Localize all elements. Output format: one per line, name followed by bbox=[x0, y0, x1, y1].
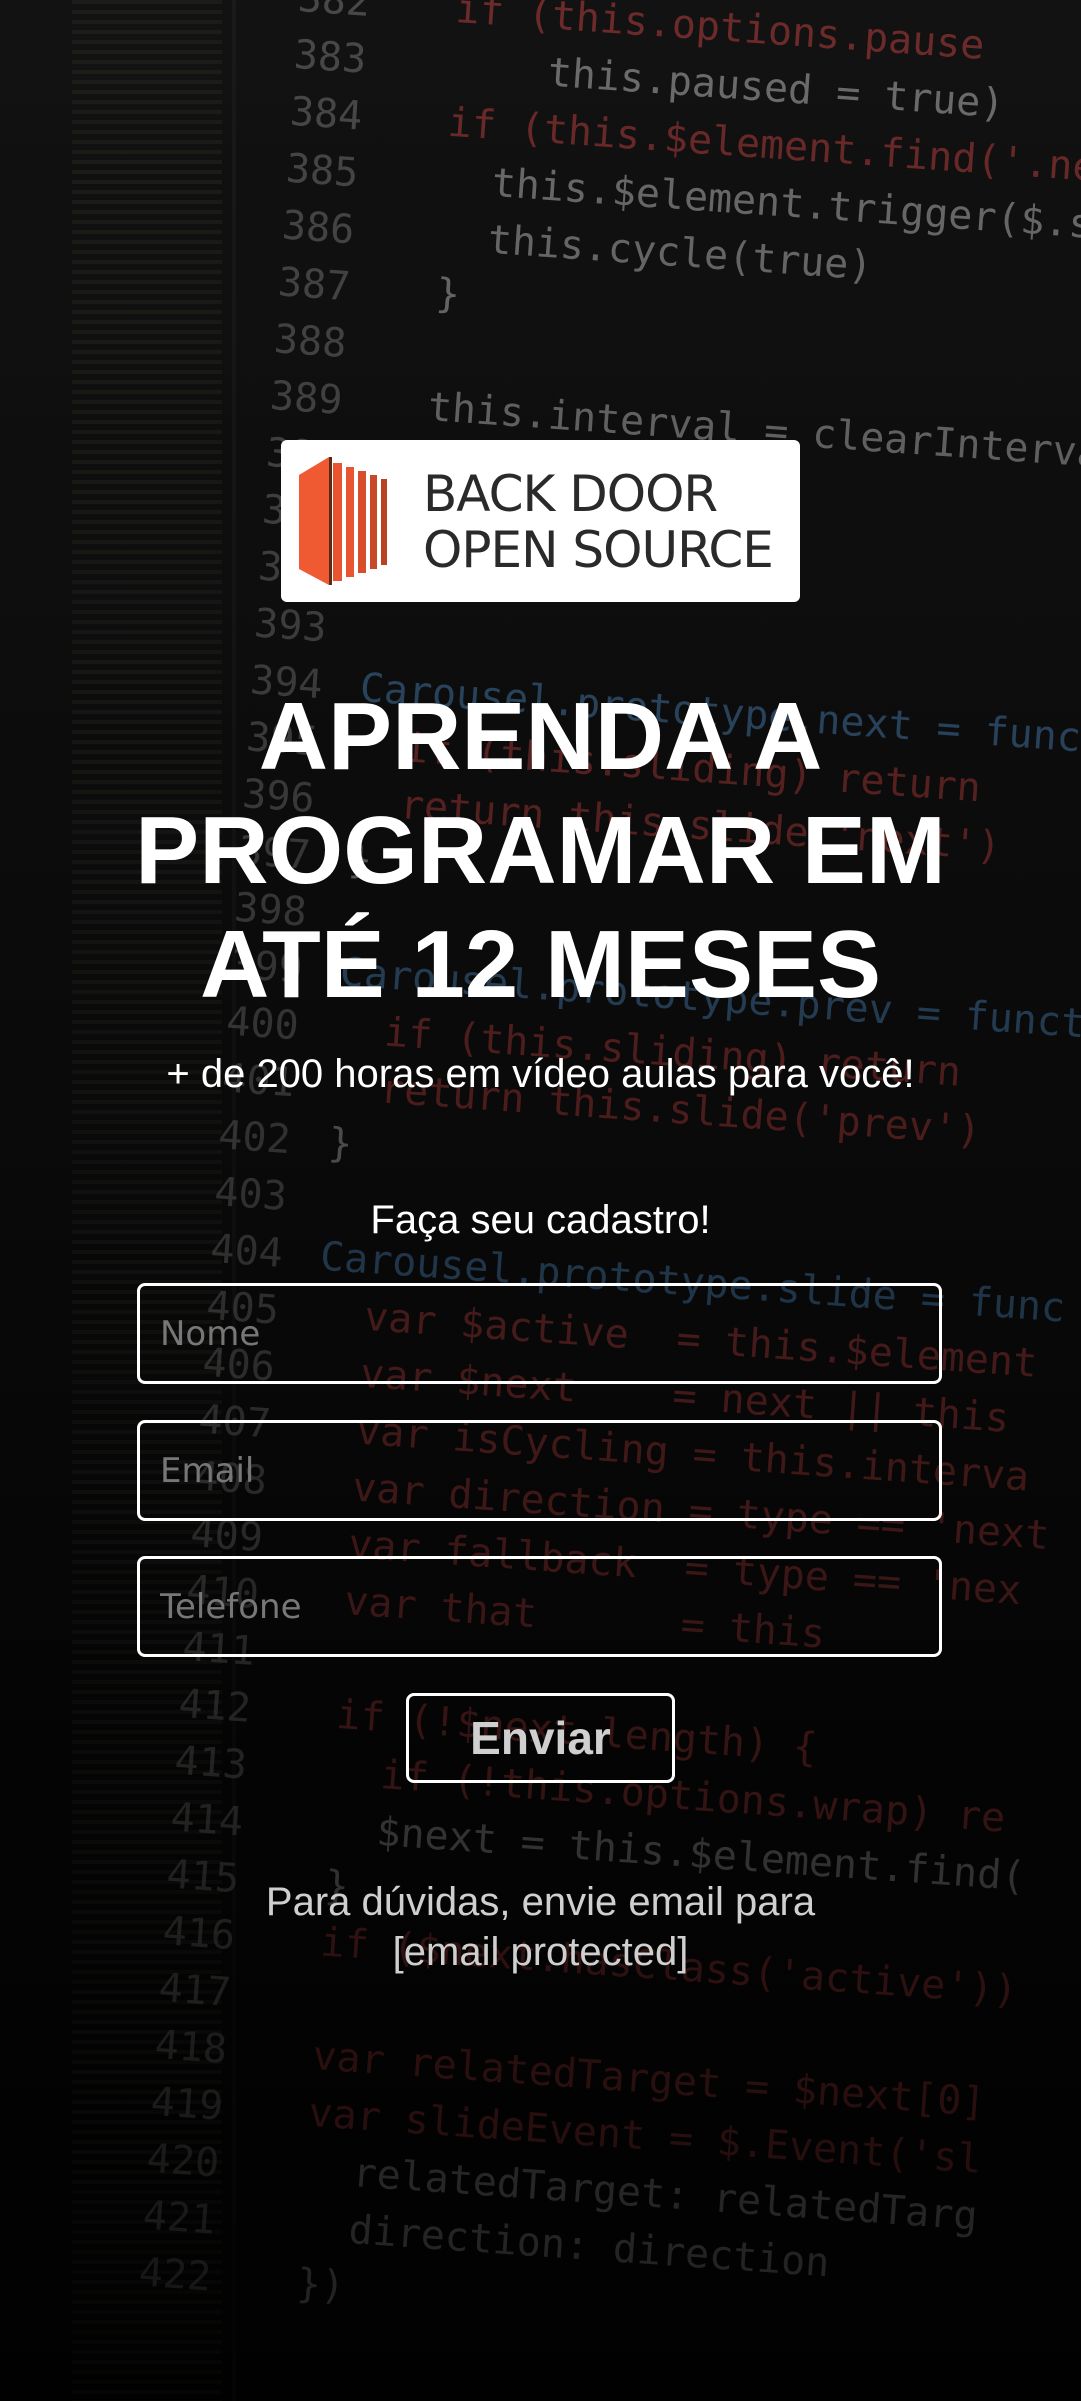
logo-wordmark: BACK DOOR OPEN SOURCE bbox=[423, 465, 774, 579]
logo-line-1: BACK DOOR bbox=[423, 465, 718, 523]
logo-door-icon bbox=[299, 457, 387, 585]
help-email-link[interactable]: [email protected] bbox=[393, 1930, 689, 1974]
phone-input[interactable] bbox=[137, 1556, 942, 1657]
name-input[interactable] bbox=[137, 1283, 942, 1384]
page-headline: APRENDA A PROGRAMAR EM ATÉ 12 MESES bbox=[135, 683, 946, 1018]
help-text: Para dúvidas, envie email para [email pr… bbox=[60, 1877, 1021, 1977]
landing-page: BACK DOOR OPEN SOURCE APRENDA A PROGRAMA… bbox=[0, 0, 1081, 2401]
email-input[interactable] bbox=[137, 1420, 942, 1521]
logo-line-2: OPEN SOURCE bbox=[423, 521, 774, 579]
page-subheadline: + de 200 horas em vídeo aulas para você! bbox=[166, 1052, 915, 1096]
help-label: Para dúvidas, envie email para bbox=[265, 1880, 816, 1924]
submit-button[interactable]: Enviar bbox=[406, 1693, 675, 1783]
form-title: Faça seu cadastro! bbox=[370, 1198, 711, 1242]
brand-logo: BACK DOOR OPEN SOURCE bbox=[281, 440, 800, 602]
